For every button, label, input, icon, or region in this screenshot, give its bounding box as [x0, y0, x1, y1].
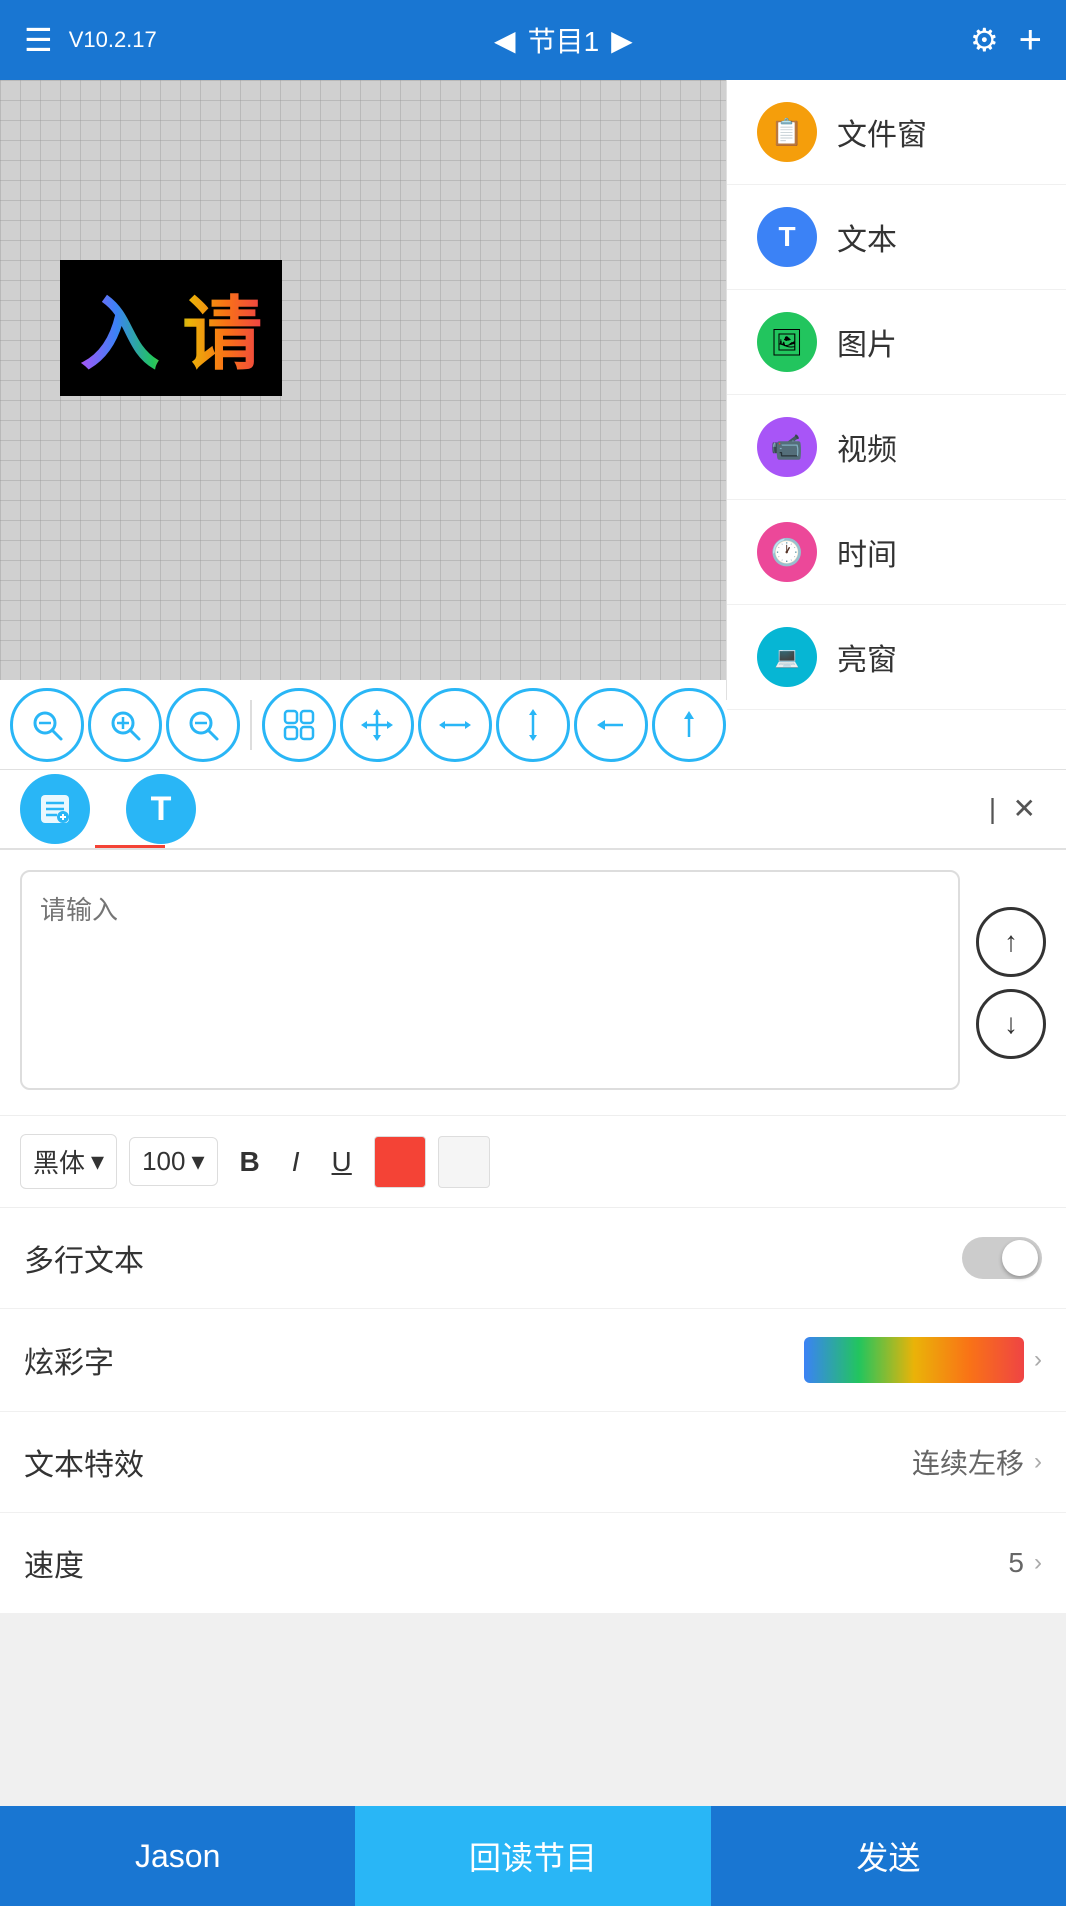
menu-icon[interactable]: ☰	[24, 21, 53, 59]
toggle-knob	[1002, 1240, 1038, 1276]
effect-value: 连续左移	[912, 1442, 1024, 1482]
tab-close-button[interactable]: | ✕	[979, 782, 1046, 836]
text-area-arrows: ↑ ↓	[976, 870, 1046, 1095]
scroll-up-button[interactable]: ↑	[976, 907, 1046, 977]
font-size-chevron: ▾	[191, 1146, 204, 1177]
italic-button[interactable]: I	[282, 1140, 310, 1184]
format-bar: 黑体 ▾ 100 ▾ B I U	[0, 1115, 1066, 1208]
time-label: 时间	[837, 530, 897, 574]
dropdown-item-image[interactable]: 🖼 图片	[727, 290, 1066, 395]
text-label: 文本	[837, 215, 897, 259]
move-all-button[interactable]	[340, 688, 414, 762]
font-size-select[interactable]: 100 ▾	[129, 1137, 217, 1186]
nav-left-button[interactable]: ◀	[494, 24, 516, 57]
text-input[interactable]	[20, 870, 960, 1090]
zoom-out-button[interactable]	[166, 688, 240, 762]
speed-label: 速度	[24, 1541, 84, 1585]
tab-bar: T | ✕	[0, 770, 1066, 850]
multiline-row: 多行文本	[0, 1208, 1066, 1309]
canvas-area: 入 请 📋 文件窗 T 文本 🖼 图片 📹 视频 🕐 时间 💻 亮窗	[0, 80, 1066, 680]
dropdown-menu: 📋 文件窗 T 文本 🖼 图片 📹 视频 🕐 时间 💻 亮窗	[726, 80, 1066, 700]
file-window-label: 文件窗	[837, 110, 927, 154]
bottom-bar: Jason 回读节目 发送	[0, 1806, 1066, 1906]
speed-right: 5 ›	[1008, 1547, 1042, 1579]
jason-label: Jason	[135, 1838, 220, 1875]
rainbow-right: ›	[804, 1337, 1042, 1383]
nav-right-button[interactable]: ▶	[611, 24, 633, 57]
file-window-icon: 📋	[757, 102, 817, 162]
time-icon: 🕐	[757, 522, 817, 582]
toolbar-divider-1	[250, 700, 252, 750]
rainbow-chevron: ›	[1034, 1346, 1042, 1374]
jason-button[interactable]: Jason	[0, 1806, 355, 1906]
dropdown-item-video[interactable]: 📹 视频	[727, 395, 1066, 500]
effect-row[interactable]: 文本特效 连续左移 ›	[0, 1412, 1066, 1513]
background-color-swatch[interactable]	[438, 1136, 490, 1188]
text-input-section: ↑ ↓	[0, 850, 1066, 1115]
screen-icon: 💻	[757, 627, 817, 687]
gear-icon[interactable]: ⚙	[970, 21, 999, 59]
effect-right: 连续左移 ›	[912, 1442, 1042, 1482]
settings-tab[interactable]	[20, 774, 90, 844]
underline-button[interactable]: U	[322, 1140, 362, 1184]
header: ☰ V10.2.17 ◀ 节目1 ▶ ⚙ +	[0, 0, 1066, 80]
rainbow-gradient[interactable]	[804, 1337, 1024, 1383]
effect-label: 文本特效	[24, 1440, 144, 1484]
tab-active-indicator	[95, 845, 165, 848]
settings-section: 多行文本 炫彩字 › 文本特效 连续左移 › 速度 5 ›	[0, 1208, 1066, 1614]
dropdown-item-file[interactable]: 📋 文件窗	[727, 80, 1066, 185]
scroll-down-button[interactable]: ↓	[976, 989, 1046, 1059]
font-family-select[interactable]: 黑体 ▾	[20, 1134, 117, 1189]
screen-label: 亮窗	[837, 635, 897, 679]
rainbow-row[interactable]: 炫彩字 ›	[0, 1309, 1066, 1412]
move-vertical-button[interactable]	[496, 688, 570, 762]
dropdown-item-text[interactable]: T 文本	[727, 185, 1066, 290]
dropdown-item-time[interactable]: 🕐 时间	[727, 500, 1066, 605]
text-tab[interactable]: T	[126, 774, 196, 844]
multiline-toggle[interactable]	[962, 1237, 1042, 1279]
speed-chevron: ›	[1034, 1549, 1042, 1577]
font-family-label: 黑体	[33, 1143, 85, 1180]
dropdown-item-screen[interactable]: 💻 亮窗	[727, 605, 1066, 710]
readback-button[interactable]: 回读节目	[355, 1806, 710, 1906]
video-icon: 📹	[757, 417, 817, 477]
move-horizontal-button[interactable]	[418, 688, 492, 762]
rainbow-label: 炫彩字	[24, 1338, 114, 1382]
send-button[interactable]: 发送	[711, 1806, 1066, 1906]
canvas-text-preview: 入 请	[60, 260, 282, 396]
font-family-chevron: ▾	[91, 1146, 104, 1177]
grid-button[interactable]	[262, 688, 336, 762]
add-button[interactable]: +	[1019, 18, 1042, 63]
speed-value: 5	[1008, 1547, 1024, 1579]
zoom-fit-button[interactable]	[10, 688, 84, 762]
move-up-button[interactable]	[652, 688, 726, 762]
move-left-button[interactable]	[574, 688, 648, 762]
effect-chevron: ›	[1034, 1448, 1042, 1476]
version-label: V10.2.17	[69, 27, 157, 53]
zoom-in-button[interactable]	[88, 688, 162, 762]
send-label: 发送	[856, 1833, 920, 1879]
readback-label: 回读节目	[469, 1833, 597, 1879]
text-icon: T	[757, 207, 817, 267]
multiline-label: 多行文本	[24, 1236, 144, 1280]
text-area-wrapper	[20, 870, 960, 1095]
image-icon: 🖼	[757, 312, 817, 372]
text-tab-icon: T	[151, 790, 172, 829]
text-color-swatch[interactable]	[374, 1136, 426, 1188]
program-title: 节目1	[528, 20, 600, 60]
bold-button[interactable]: B	[230, 1140, 270, 1184]
speed-row[interactable]: 速度 5 ›	[0, 1513, 1066, 1614]
video-label: 视频	[837, 425, 897, 469]
image-label: 图片	[837, 320, 897, 364]
font-size-label: 100	[142, 1146, 185, 1177]
